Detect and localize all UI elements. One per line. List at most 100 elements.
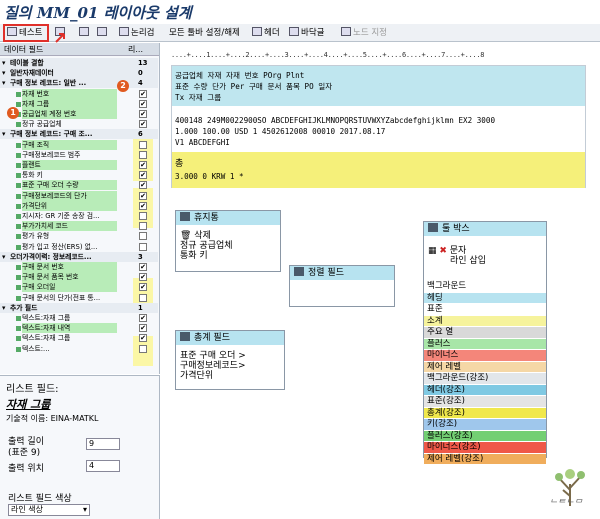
- color-item[interactable]: 플러스: [424, 337, 546, 349]
- tree-field[interactable]: 정규 공급업체 ✔: [0, 119, 158, 129]
- tree-field[interactable]: 구매 문서 품목 번호 ✔: [0, 272, 158, 283]
- field-icon: [16, 275, 21, 281]
- tree-section[interactable]: ▾ 추가 필드 1: [0, 302, 158, 313]
- field-checkbox[interactable]: ✔: [139, 99, 147, 108]
- output-position-input[interactable]: 4: [86, 460, 120, 472]
- field-checkbox[interactable]: ✔: [139, 89, 147, 98]
- break-box[interactable]: 휴지통 🗑 삭제 정규 공급업체 통화 키: [175, 210, 281, 272]
- field-checkbox[interactable]: [139, 140, 147, 149]
- tree-field[interactable]: 공급업체 계정 번호 ✔: [0, 109, 158, 119]
- tree-section[interactable]: ▾ 구매 정보 레코드: 일반 ... 4: [0, 78, 158, 89]
- tree-field[interactable]: 플랜트 ✔: [0, 160, 158, 170]
- line-tool[interactable]: 라인 삽입: [424, 256, 546, 266]
- tree-field[interactable]: 구매 문서의 단가(전표 통...: [0, 293, 158, 303]
- out-len-sub: (표준 9): [8, 448, 41, 458]
- field-icon: [16, 326, 21, 332]
- svg-text:ᄂᄐᄂᄆ: ᄂᄐᄂᄆ: [549, 499, 583, 509]
- tree-section[interactable]: ▾ 테이블 결합 13: [0, 58, 158, 68]
- tree-field[interactable]: 가격단위 ✔: [0, 200, 158, 211]
- field-count: 0: [138, 69, 143, 78]
- field-icon: [16, 163, 21, 168]
- field-checkbox[interactable]: [139, 344, 147, 353]
- field-checkbox[interactable]: ✔: [139, 273, 147, 282]
- output-length-input[interactable]: 9: [86, 438, 120, 450]
- tree-section[interactable]: ▾ 오더가격이력: 정보레코드... 3: [0, 251, 158, 262]
- tree-section[interactable]: ▾ 일반자재데이터 0: [0, 68, 158, 79]
- footer-button[interactable]: 바닥글: [286, 25, 327, 41]
- checks-button[interactable]: 논리검: [116, 25, 157, 41]
- tree-field[interactable]: 부가가치세 코드: [0, 221, 158, 232]
- tree-field[interactable]: 구매 조직: [0, 139, 158, 150]
- field-checkbox[interactable]: ✔: [139, 334, 147, 343]
- tree-field[interactable]: 텍스트:자재 그룹 ✔: [0, 313, 158, 323]
- field-icon: [16, 265, 21, 270]
- color-select[interactable]: 라인 색상 ▾: [8, 504, 90, 516]
- text-icon: ▦: [428, 246, 440, 256]
- toggle-all-button[interactable]: 모든 툴바 설정/해제: [166, 25, 243, 41]
- field-checkbox[interactable]: [139, 150, 147, 159]
- color-item[interactable]: 마이너스: [424, 349, 546, 361]
- field-checkbox[interactable]: [139, 242, 147, 251]
- field-checkbox[interactable]: ✔: [139, 171, 147, 180]
- header-button[interactable]: 헤더: [249, 25, 283, 41]
- field-checkbox[interactable]: ✔: [139, 263, 147, 271]
- tree-field[interactable]: 구매정보레코드의 단가 ✔: [0, 190, 158, 201]
- field-icon: [16, 336, 21, 342]
- window-icon: [428, 223, 438, 232]
- tree-field[interactable]: 텍스트:자재 그룹 ✔: [0, 333, 158, 343]
- tree-field[interactable]: 표준 구매 오더 수량 ✔: [0, 180, 158, 191]
- tree-field[interactable]: 자재 번호 ✔: [0, 88, 158, 99]
- tree-field[interactable]: 구매 오더일 ✔: [0, 282, 158, 293]
- color-item[interactable]: 표준(강조): [424, 395, 546, 407]
- total-box[interactable]: 총계 필드 표준 구매 오더 > 구매정보레코드> 가격단위: [175, 330, 285, 390]
- field-icon: [16, 91, 21, 97]
- color-item[interactable]: 소계: [424, 314, 546, 326]
- field-icon: [16, 142, 21, 148]
- sort-box[interactable]: 정렬 필드: [289, 265, 395, 307]
- field-checkbox[interactable]: [139, 293, 147, 302]
- color-item[interactable]: 제어 레벨: [424, 360, 546, 372]
- color-item[interactable]: 플러스(강조): [424, 429, 546, 441]
- field-checkbox[interactable]: ✔: [139, 324, 147, 333]
- field-icon: [16, 101, 21, 107]
- tree-field[interactable]: 평가 유형: [0, 231, 158, 241]
- field-checkbox[interactable]: ✔: [139, 110, 147, 118]
- field-checkbox[interactable]: ✔: [139, 201, 147, 210]
- tree-field[interactable]: 통화 키 ✔: [0, 170, 158, 180]
- field-checkbox[interactable]: [139, 222, 147, 231]
- tree-field[interactable]: 자재 그룹 ✔: [0, 98, 158, 109]
- color-item[interactable]: 제어 레벨(강조): [424, 452, 546, 464]
- color-item[interactable]: 키(강조): [424, 418, 546, 430]
- list-preview[interactable]: 공급업체 자재 자재 번호 POrg Plnt 표준 수량 단가 Per 구매 …: [171, 65, 586, 188]
- field-checkbox[interactable]: ✔: [139, 314, 147, 322]
- color-item[interactable]: 헤딩: [424, 291, 546, 303]
- tree-field[interactable]: 텍스트:자재 내역 ✔: [0, 323, 158, 334]
- field-checkbox[interactable]: ✔: [139, 120, 147, 129]
- field-checkbox[interactable]: [139, 212, 147, 220]
- color-item[interactable]: 헤더(강조): [424, 383, 546, 395]
- color-item[interactable]: 주요 열: [424, 326, 546, 338]
- color-item[interactable]: 표준: [424, 303, 546, 315]
- color-item[interactable]: 백그라운드(강조): [424, 372, 546, 384]
- tree-section[interactable]: ▾ 구매 정보 레코드: 구매 조... 6: [0, 129, 158, 140]
- toolbar: 테스트 논리검 모든 툴바 설정/해제 헤더 바닥글 노드 지정: [0, 24, 600, 42]
- color-label: 리스트 필드 색상: [8, 494, 72, 504]
- color-item[interactable]: 총계(강조): [424, 406, 546, 418]
- tree-field[interactable]: 텍스트:...: [0, 344, 158, 354]
- color-item[interactable]: 마이너스(강조): [424, 441, 546, 453]
- find-next-button[interactable]: [94, 25, 112, 41]
- field-icon: [16, 285, 21, 291]
- tree-field[interactable]: 구매 문서 번호 ✔: [0, 262, 158, 272]
- tree-field[interactable]: 지시자: GR 기준 송장 검...: [0, 211, 158, 221]
- find-button[interactable]: [76, 25, 94, 41]
- field-checkbox[interactable]: [139, 232, 147, 241]
- tree-field[interactable]: 구매정보레코드 범주: [0, 150, 158, 160]
- tree-field[interactable]: 평가 입고 정산(ERS) 없...: [0, 242, 158, 252]
- field-checkbox[interactable]: ✔: [139, 161, 147, 169]
- text-tool[interactable]: ▦ ✖ 문자: [424, 246, 546, 256]
- field-checkbox[interactable]: ✔: [139, 181, 147, 190]
- window-icon: [180, 332, 190, 341]
- field-checkbox[interactable]: ✔: [139, 283, 147, 292]
- node-spec-button[interactable]: 노드 지정: [338, 25, 390, 41]
- field-checkbox[interactable]: ✔: [139, 191, 147, 200]
